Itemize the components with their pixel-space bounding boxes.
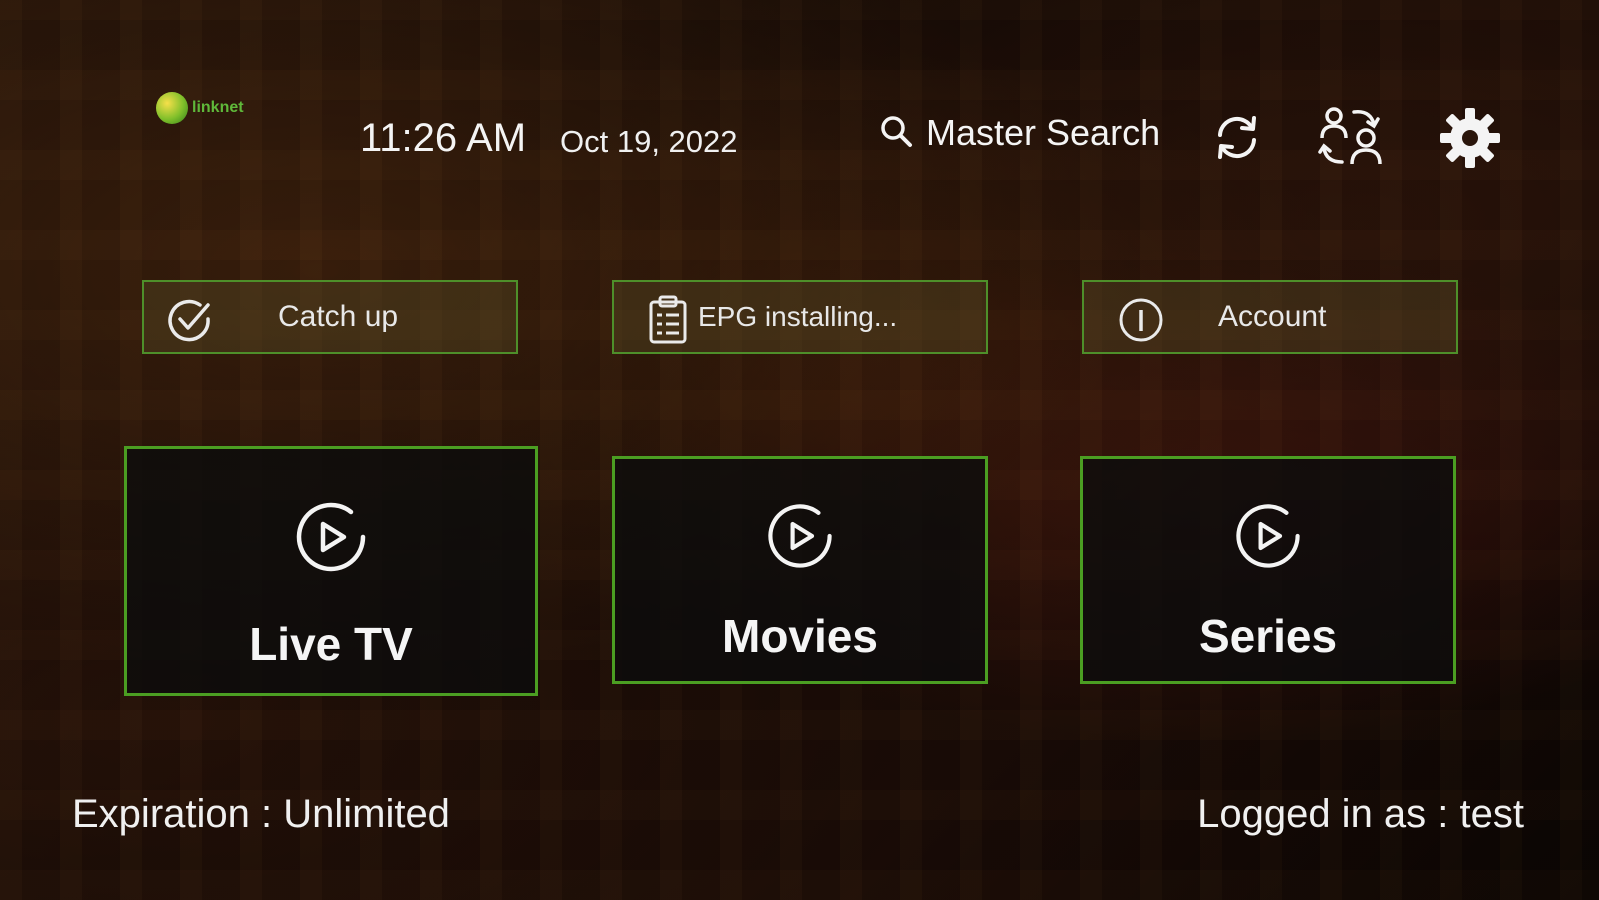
check-circle-icon <box>166 297 214 350</box>
switch-user-button[interactable] <box>1318 104 1388 175</box>
clipboard-list-icon <box>648 295 688 350</box>
refresh-button[interactable] <box>1210 110 1264 169</box>
account-label: Account <box>1218 300 1327 333</box>
movies-tile[interactable]: Movies <box>612 456 988 684</box>
logged-in-text: Logged in as : test <box>1197 792 1524 836</box>
movies-label: Movies <box>722 610 878 662</box>
master-search-button[interactable]: Master Search <box>878 112 1160 154</box>
app-logo: linknet <box>156 92 244 124</box>
clock-time: 11:26 AM <box>360 116 527 160</box>
refresh-icon <box>1210 116 1264 168</box>
background-artwork: linknet 11:26 AM Oct 19, 2022 Master Sea… <box>0 0 1599 900</box>
live-tv-label: Live TV <box>249 618 413 670</box>
live-tv-tile[interactable]: Live TV <box>124 446 538 696</box>
master-search-label: Master Search <box>926 112 1161 153</box>
play-circle-icon <box>1231 499 1305 578</box>
settings-button[interactable] <box>1438 106 1502 175</box>
globe-logo-icon <box>156 92 188 124</box>
account-button[interactable]: Account <box>1082 280 1458 354</box>
epg-label: EPG installing... <box>698 301 898 332</box>
play-circle-icon <box>291 497 371 582</box>
switch-user-icon <box>1318 107 1388 174</box>
catch-up-label: Catch up <box>278 300 399 333</box>
series-tile[interactable]: Series <box>1080 456 1456 684</box>
search-icon <box>878 113 914 154</box>
epg-button[interactable]: EPG installing... <box>612 280 988 354</box>
expiration-text: Expiration : Unlimited <box>72 792 450 836</box>
catch-up-button[interactable]: Catch up <box>142 280 518 354</box>
play-circle-icon <box>763 499 837 578</box>
settings-gear-icon <box>1438 108 1502 174</box>
home-screen: linknet 11:26 AM Oct 19, 2022 Master Sea… <box>0 0 1599 900</box>
series-label: Series <box>1198 610 1338 662</box>
info-circle-icon <box>1118 297 1164 348</box>
logo-text: linknet <box>192 99 244 116</box>
clock-date: Oct 19, 2022 <box>560 124 738 159</box>
